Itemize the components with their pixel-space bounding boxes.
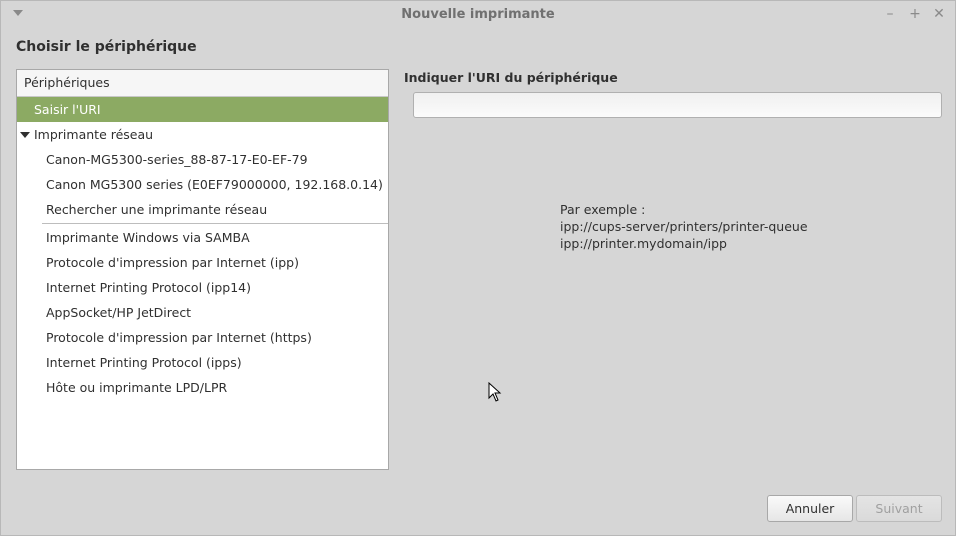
dialog-window: Nouvelle imprimante – + ✕ Choisir le pér… (0, 0, 956, 536)
page-title: Choisir le périphérique (16, 39, 197, 55)
cancel-button[interactable]: Annuler (767, 495, 853, 522)
list-separator (42, 223, 388, 224)
network-printer-group-label: Imprimante réseau (34, 127, 154, 142)
example-line-1: ipp://cups-server/printers/printer-queue (560, 219, 808, 234)
network-printer-group[interactable]: Imprimante réseau (17, 122, 388, 147)
uri-label: Indiquer l'URI du périphérique (404, 70, 618, 85)
device-item-protocol-1[interactable]: Protocole d'impression par Internet (ipp… (17, 250, 388, 275)
device-item-protocol-2[interactable]: Internet Printing Protocol (ipp14) (17, 275, 388, 300)
example-title: Par exemple : (560, 202, 646, 217)
device-item-protocol-6[interactable]: Hôte ou imprimante LPD/LPR (17, 375, 388, 400)
device-item-network-2[interactable]: Rechercher une imprimante réseau (17, 197, 388, 222)
device-list[interactable]: Périphériques Saisir l'URI Imprimante ré… (16, 69, 389, 470)
minimize-icon[interactable]: – (882, 5, 898, 23)
next-button[interactable]: Suivant (856, 495, 942, 522)
mouse-cursor-icon (488, 382, 502, 402)
device-item-enter-uri[interactable]: Saisir l'URI (17, 97, 388, 122)
expander-down-icon[interactable] (20, 132, 30, 138)
example-line-2: ipp://printer.mydomain/ipp (560, 236, 727, 251)
device-item-protocol-0[interactable]: Imprimante Windows via SAMBA (17, 225, 388, 250)
device-item-protocol-4[interactable]: Protocole d'impression par Internet (htt… (17, 325, 388, 350)
device-list-header[interactable]: Périphériques (17, 70, 388, 97)
maximize-icon[interactable]: + (907, 5, 923, 23)
close-icon[interactable]: ✕ (931, 5, 947, 23)
device-item-network-0[interactable]: Canon-MG5300-series_88-87-17-E0-EF-79 (17, 147, 388, 172)
uri-input[interactable] (413, 92, 942, 118)
device-item-network-1[interactable]: Canon MG5300 series (E0EF79000000, 192.1… (17, 172, 388, 197)
window-title: Nouvelle imprimante (401, 7, 555, 22)
title-bar[interactable]: Nouvelle imprimante – + ✕ (1, 1, 955, 29)
device-item-protocol-5[interactable]: Internet Printing Protocol (ipps) (17, 350, 388, 375)
device-item-protocol-3[interactable]: AppSocket/HP JetDirect (17, 300, 388, 325)
uri-example: Par exemple : ipp://cups-server/printers… (560, 201, 808, 252)
